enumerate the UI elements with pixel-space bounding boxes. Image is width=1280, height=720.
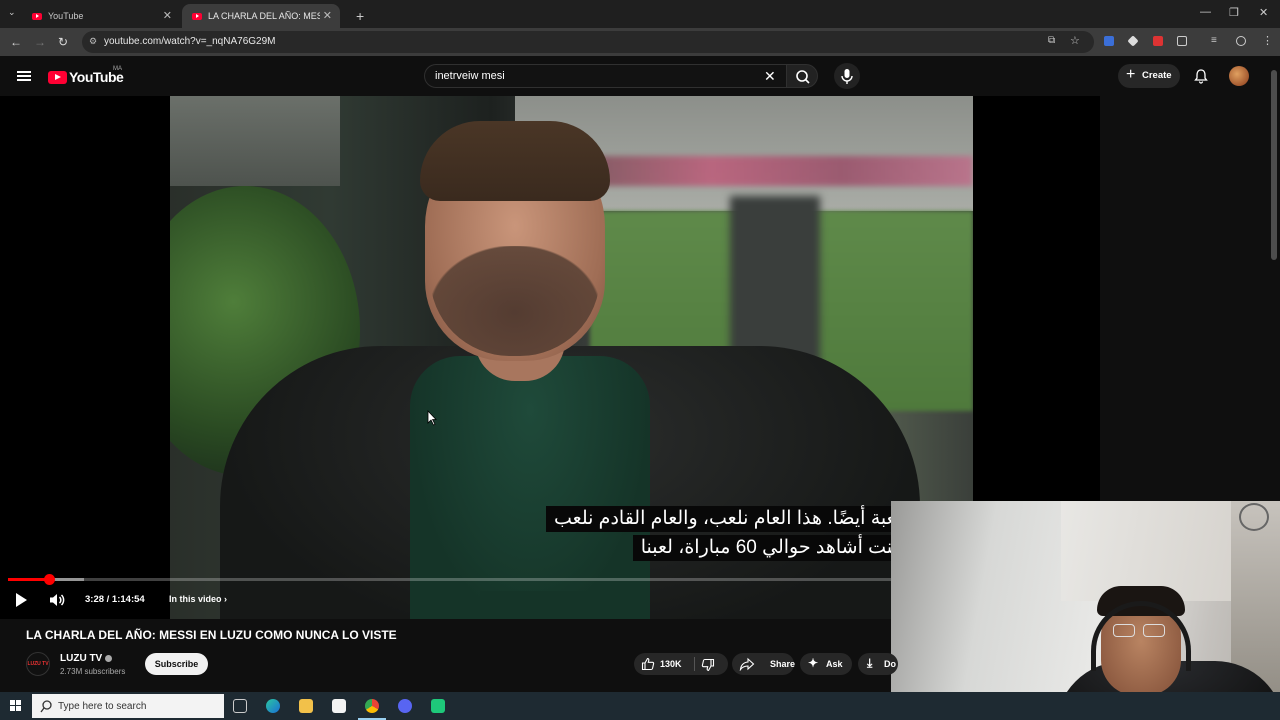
search-icon xyxy=(40,700,52,713)
clear-search-icon[interactable]: ✕ xyxy=(764,68,776,85)
glasses-right xyxy=(1143,624,1165,637)
voice-search-button[interactable] xyxy=(834,63,860,89)
windows-taskbar: Type here to search xyxy=(0,692,1280,720)
discord-icon[interactable] xyxy=(398,699,412,713)
media-controls-icon[interactable]: ≡ xyxy=(1211,35,1217,46)
reload-icon[interactable]: ↻ xyxy=(58,35,68,49)
youtube-play-logo-icon xyxy=(48,70,67,84)
ask-button[interactable]: ✦ Ask xyxy=(800,653,852,675)
microsoft-store-icon[interactable] xyxy=(332,699,346,713)
edge-browser-icon[interactable] xyxy=(266,699,280,713)
translate-extension-icon[interactable] xyxy=(1104,36,1114,46)
progress-scrubber-handle[interactable] xyxy=(44,574,55,585)
chevron-right-icon: › xyxy=(224,594,228,604)
windows-start-icon[interactable] xyxy=(10,700,22,712)
back-icon[interactable]: ← xyxy=(10,35,22,49)
sparkle-icon: ✦ xyxy=(808,656,819,670)
minimize-icon[interactable]: — xyxy=(1200,6,1211,18)
search-input[interactable]: inetrveiw mesi xyxy=(424,64,786,88)
browser-menu-icon[interactable]: ⋮ xyxy=(1262,34,1273,47)
tab-youtube[interactable]: YouTube ✕ xyxy=(22,4,180,28)
tab-title: YouTube xyxy=(48,11,84,21)
subtitles: لعبة أيضًا. هذا العام نلعب، والعام القاد… xyxy=(546,506,910,564)
progress-played xyxy=(8,578,49,581)
left-window xyxy=(170,96,340,186)
file-explorer-icon[interactable] xyxy=(299,699,313,713)
subscriber-count: 2.73M subscribers xyxy=(60,667,126,676)
channel-name[interactable]: LUZU TV xyxy=(60,653,102,664)
scrollbar-thumb[interactable] xyxy=(1271,70,1277,260)
plus-icon: + xyxy=(1126,66,1136,83)
wall-ring xyxy=(1239,503,1269,531)
bookmark-star-icon[interactable]: ☆ xyxy=(1070,34,1080,47)
video-title: LA CHARLA DEL AÑO: MESSI EN LUZU COMO NU… xyxy=(26,628,397,642)
share-icon xyxy=(739,657,755,671)
download-button[interactable]: ⤓ Do xyxy=(858,653,898,675)
download-icon: ⤓ xyxy=(867,656,873,670)
hamburger-menu-icon[interactable] xyxy=(17,71,31,81)
create-button[interactable]: + Create xyxy=(1118,64,1180,88)
verified-badge-icon xyxy=(105,655,112,662)
thumbs-up-icon[interactable] xyxy=(641,657,655,671)
ask-label: Ask xyxy=(826,659,843,669)
taskbar-search-placeholder: Type here to search xyxy=(58,701,147,712)
mouse-cursor-icon xyxy=(427,410,437,426)
glasses-left xyxy=(1113,624,1135,637)
like-divider xyxy=(694,657,695,671)
url-field[interactable]: ⚙ youtube.com/watch?v=_nqNA76G29M ⧉ ☆ xyxy=(82,31,1094,53)
volume-icon[interactable] xyxy=(48,592,66,608)
like-dislike-group: 130K xyxy=(634,653,728,675)
address-bar-row: ← → ↻ ⚙ youtube.com/watch?v=_nqNA76G29M … xyxy=(0,28,1280,56)
chrome-browser-icon[interactable] xyxy=(365,699,379,713)
tab-title: LA CHARLA DEL AÑO: MESSI E xyxy=(208,11,320,21)
profile-icon[interactable] xyxy=(1236,36,1246,46)
subscribe-button[interactable]: Subscribe xyxy=(145,653,208,675)
tab-close-icon[interactable]: ✕ xyxy=(323,9,332,22)
stadium-banner xyxy=(580,156,973,186)
account-avatar[interactable] xyxy=(1229,66,1249,86)
task-view-icon[interactable] xyxy=(233,699,247,713)
in-this-video-button[interactable]: In this video › xyxy=(169,594,227,604)
country-code: MA xyxy=(113,66,122,72)
time-display: 3:28 / 1:14:54 xyxy=(85,594,145,605)
youtube-favicon-icon xyxy=(192,12,202,20)
extensions-puzzle-icon[interactable] xyxy=(1177,36,1187,46)
forward-icon[interactable]: → xyxy=(34,35,46,49)
like-count[interactable]: 130K xyxy=(660,659,682,669)
youtube-header: YouTube MA inetrveiw mesi ✕ + Create xyxy=(0,56,1268,96)
microphone-icon xyxy=(841,69,853,84)
new-tab-icon[interactable]: + xyxy=(346,4,364,28)
shirt-bottom xyxy=(480,591,590,619)
hair xyxy=(420,121,610,201)
share-button[interactable]: Share xyxy=(732,653,796,675)
app-icon[interactable] xyxy=(431,699,445,713)
taskbar-search-field[interactable]: Type here to search xyxy=(32,694,224,718)
download-label: Do xyxy=(884,659,896,669)
search-icon xyxy=(796,70,810,84)
create-label: Create xyxy=(1142,70,1172,81)
subtitle-line: لعبة أيضًا. هذا العام نلعب، والعام القاد… xyxy=(546,506,910,532)
cast-icon[interactable]: ⧉ xyxy=(1048,35,1055,46)
thumbs-down-icon[interactable] xyxy=(701,658,715,672)
site-info-icon[interactable]: ⚙ xyxy=(89,36,97,47)
url-text: youtube.com/watch?v=_nqNA76G29M xyxy=(104,36,276,47)
browser-tab-bar: ⌄ YouTube ✕ LA CHARLA DEL AÑO: MESSI E ✕… xyxy=(0,0,1280,28)
youtube-favicon-icon xyxy=(32,12,42,20)
notifications-bell-icon[interactable] xyxy=(1193,68,1209,84)
play-icon[interactable] xyxy=(16,593,27,607)
webcam-overlay xyxy=(891,501,1280,720)
in-this-video-label: In this video xyxy=(169,594,222,604)
tab-search-icon[interactable]: ⌄ xyxy=(8,7,16,18)
search-button[interactable] xyxy=(786,64,818,88)
progress-bar[interactable] xyxy=(8,578,891,581)
share-label: Share xyxy=(770,659,796,669)
channel-avatar[interactable]: LUZU TV xyxy=(26,652,50,676)
restore-icon[interactable]: ❐ xyxy=(1229,6,1239,19)
window-close-icon[interactable]: ✕ xyxy=(1259,6,1268,19)
tab-video[interactable]: LA CHARLA DEL AÑO: MESSI E ✕ xyxy=(182,4,340,28)
tab-close-icon[interactable]: ✕ xyxy=(163,9,172,22)
extension-red-icon[interactable] xyxy=(1153,36,1163,46)
subtitle-line: كنت أشاهد حوالي 60 مباراة، لعبنا xyxy=(632,535,910,561)
